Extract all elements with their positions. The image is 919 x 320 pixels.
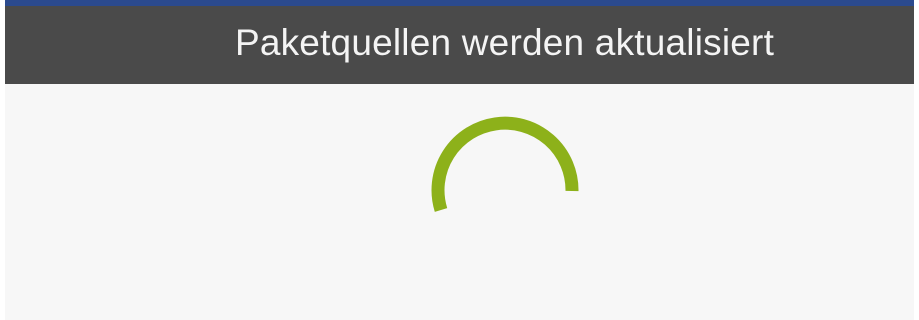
dialog-title: Paketquellen werden aktualisiert: [234, 21, 775, 63]
dialog-titlebar: Paketquellen werden aktualisiert: [5, 6, 914, 84]
progress-dialog: Paketquellen werden aktualisiert: [0, 0, 919, 320]
spinner-arc: [431, 116, 579, 212]
dialog-content: [5, 84, 914, 320]
loading-spinner-icon: [431, 116, 579, 212]
